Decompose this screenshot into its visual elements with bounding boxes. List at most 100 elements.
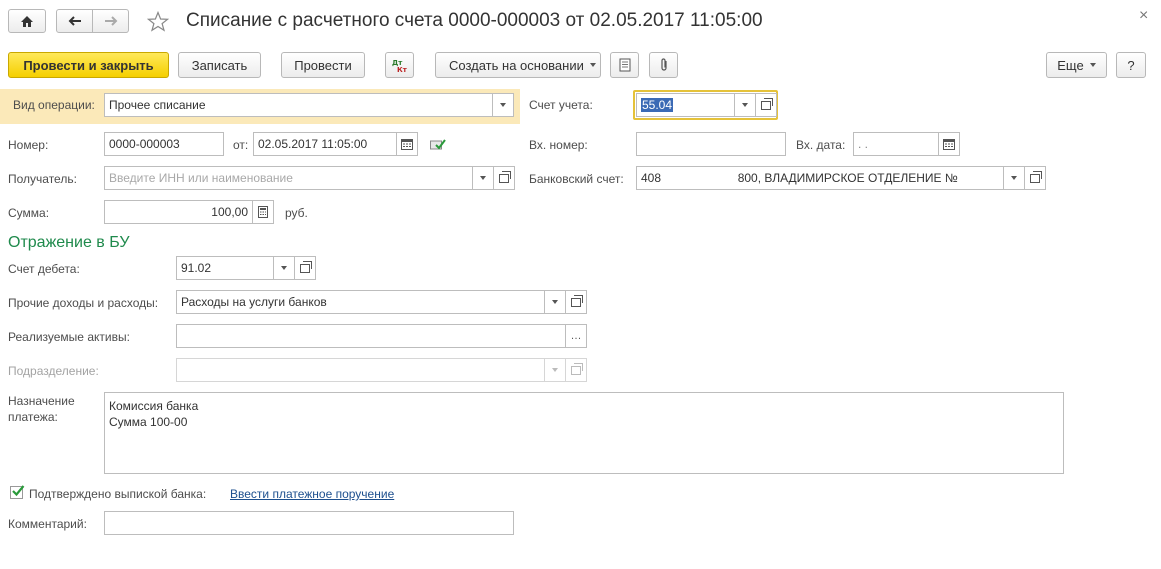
realized-assets-input[interactable] (176, 324, 566, 348)
open-icon (300, 260, 312, 273)
print-button[interactable] (610, 52, 639, 78)
account-input[interactable]: 55.04 (636, 93, 735, 117)
arrow-left-icon (68, 16, 81, 26)
more-label: Еще (1057, 57, 1084, 73)
bank-account-open-button[interactable] (1024, 166, 1046, 190)
other-income-expenses-select[interactable]: Расходы на услуги банков (176, 290, 545, 314)
page-title: Списание с расчетного счета 0000-000003 … (186, 10, 763, 31)
check-status-icon[interactable] (430, 138, 446, 150)
amount-value: 100,00 (211, 205, 248, 219)
date-calendar-button[interactable] (396, 132, 418, 156)
date-input[interactable]: 02.05.2017 11:05:00 (253, 132, 397, 156)
help-button[interactable]: ? (1116, 52, 1146, 78)
open-icon (571, 362, 583, 375)
department-select (176, 358, 545, 382)
account-value: 55.04 (641, 98, 674, 112)
chevron-down-icon (552, 368, 558, 372)
paperclip-icon (660, 58, 667, 71)
amount-input[interactable]: 100,00 (104, 200, 253, 224)
open-icon (499, 170, 511, 183)
bank-account-select[interactable]: 408 800, ВЛАДИМИРСКОЕ ОТДЕЛЕНИЕ № (636, 166, 1004, 190)
incoming-date-label: Вх. дата: (796, 138, 846, 152)
dt-kt-icon: ДтКт (392, 59, 408, 73)
star-icon[interactable] (147, 11, 169, 32)
debit-account-input[interactable]: 91.02 (176, 256, 274, 280)
chevron-down-icon (1089, 63, 1096, 67)
operation-type-dropdown-button[interactable] (492, 93, 514, 117)
post-and-close-button[interactable]: Провести и закрыть (8, 52, 169, 78)
open-icon (761, 97, 773, 110)
other-income-expenses-open-button[interactable] (565, 290, 587, 314)
recipient-dropdown-button[interactable] (472, 166, 494, 190)
purpose-label-line2: платежа: (8, 410, 58, 424)
date-label: от: (233, 138, 249, 152)
chevron-down-icon (742, 103, 748, 107)
confirm-checkbox[interactable] (10, 485, 25, 499)
purpose-line: Сумма 100-00 (109, 415, 188, 429)
incoming-number-input[interactable] (636, 132, 786, 156)
home-icon (21, 15, 33, 27)
document-icon (619, 58, 630, 72)
open-icon (1030, 170, 1042, 183)
open-icon (571, 294, 583, 307)
debit-account-label: Счет дебета: (8, 262, 80, 276)
calculator-icon (258, 206, 268, 218)
chevron-down-icon (552, 300, 558, 304)
bank-account-value: 408 800, ВЛАДИМИРСКОЕ ОТДЕЛЕНИЕ № (641, 171, 958, 185)
recipient-input[interactable]: Введите ИНН или наименование (104, 166, 473, 190)
realized-assets-select-button[interactable]: … (565, 324, 587, 348)
operation-type-select[interactable]: Прочее списание (104, 93, 493, 117)
bank-account-dropdown-button[interactable] (1003, 166, 1025, 190)
home-button[interactable] (8, 9, 46, 33)
incoming-number-label: Вх. номер: (529, 138, 588, 152)
debit-account-open-button[interactable] (294, 256, 316, 280)
number-input[interactable]: 0000-000003 (104, 132, 224, 156)
recipient-placeholder: Введите ИНН или наименование (109, 171, 293, 185)
comment-label: Комментарий: (8, 517, 87, 531)
number-label: Номер: (8, 138, 49, 152)
currency-label: руб. (285, 206, 308, 220)
calendar-icon (943, 138, 955, 150)
chevron-down-icon (1011, 176, 1017, 180)
save-button[interactable]: Записать (178, 52, 261, 78)
operation-type-label: Вид операции: (13, 98, 95, 112)
department-dropdown-button (544, 358, 566, 382)
enter-payment-order-link[interactable]: Ввести платежное поручение (230, 487, 394, 501)
recipient-label: Получатель: (8, 172, 77, 186)
incoming-date-input[interactable]: . . (853, 132, 939, 156)
back-button[interactable] (56, 9, 93, 33)
realized-assets-label: Реализуемые активы: (8, 330, 130, 344)
more-button[interactable]: Еще (1046, 52, 1107, 78)
account-open-button[interactable] (755, 93, 777, 117)
incoming-date-calendar-button[interactable] (938, 132, 960, 156)
attach-button[interactable] (649, 52, 678, 78)
svg-text:Кт: Кт (397, 66, 408, 73)
purpose-textarea[interactable]: Комиссия банка Сумма 100-00 (104, 392, 1064, 474)
create-based-on-label: Создать на основании (449, 57, 584, 73)
arrow-right-icon (104, 16, 117, 26)
other-income-expenses-dropdown-button[interactable] (544, 290, 566, 314)
account-label: Счет учета: (529, 98, 593, 112)
chevron-down-icon (500, 103, 506, 107)
recipient-open-button[interactable] (493, 166, 515, 190)
forward-button[interactable] (92, 9, 129, 33)
department-open-button (565, 358, 587, 382)
calendar-icon (401, 138, 413, 150)
chevron-down-icon (589, 63, 596, 67)
chevron-down-icon (480, 176, 486, 180)
debit-account-dropdown-button[interactable] (273, 256, 295, 280)
checkmark-icon (12, 485, 25, 497)
confirm-label: Подтверждено выпиской банка: (29, 487, 207, 501)
amount-calculator-button[interactable] (252, 200, 274, 224)
purpose-line: Комиссия банка (109, 399, 199, 413)
amount-label: Сумма: (8, 206, 50, 220)
account-dropdown-button[interactable] (734, 93, 756, 117)
department-label: Подразделение: (8, 364, 99, 378)
purpose-label-line1: Назначение (8, 394, 75, 408)
create-based-on-button[interactable]: Создать на основании (435, 52, 601, 78)
close-icon[interactable]: × (1139, 7, 1148, 25)
comment-input[interactable] (104, 511, 514, 535)
post-button[interactable]: Провести (281, 52, 365, 78)
chevron-down-icon (281, 266, 287, 270)
journal-entries-button[interactable]: Дт Кт (385, 52, 414, 78)
